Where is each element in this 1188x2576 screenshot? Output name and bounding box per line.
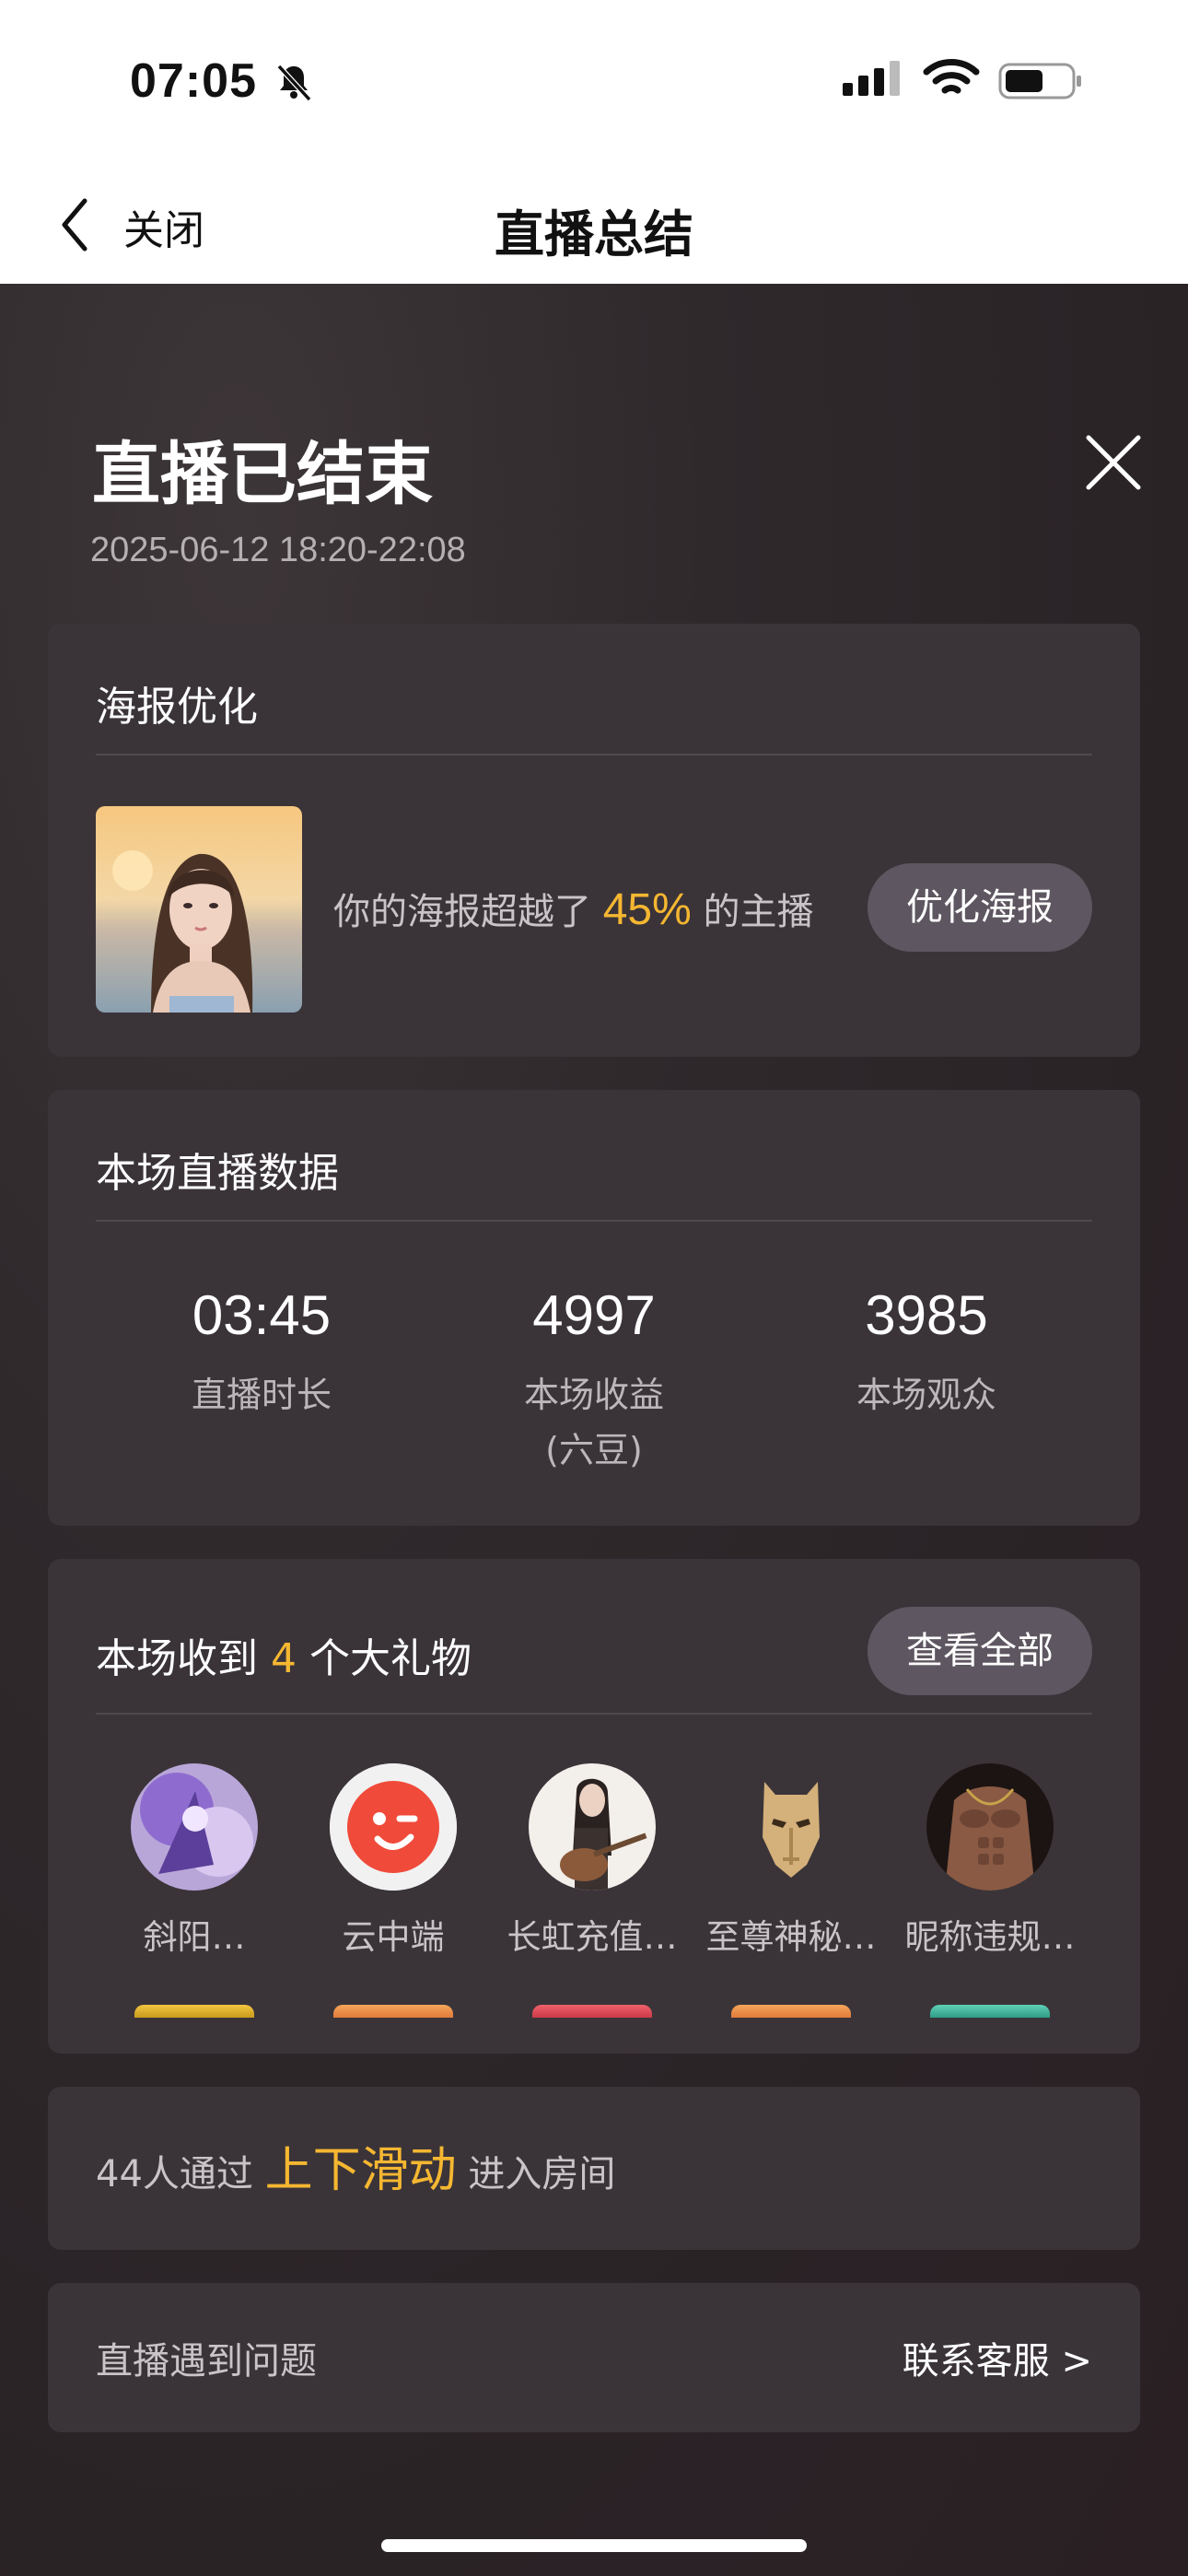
contact-support-link[interactable]: 联系客服 > xyxy=(903,2331,1092,2384)
live-date-range: 2025-06-12 18:20-22:08 xyxy=(90,531,466,569)
gift-sender-name: 斜阳… xyxy=(143,1917,246,1957)
gift-sender-item[interactable]: 斜阳… xyxy=(102,1763,286,2031)
guitar-girl-avatar xyxy=(529,1763,656,1891)
gift-badge xyxy=(134,2005,254,2018)
gift-badge xyxy=(532,2005,652,2018)
live-stats-card: 本场直播数据 03:45 直播时长 4997 本场收益 (六豆) 3985 本场… xyxy=(48,1090,1140,1526)
bell-muted-icon xyxy=(276,64,312,102)
gift-sender-name: 长虹充值… xyxy=(507,1917,678,1957)
stat-label: 本场收益 (六豆) xyxy=(523,1375,664,1470)
stat-viewers: 3985 本场观众 xyxy=(788,1283,1065,1423)
gift-sender-item[interactable]: 云中端 xyxy=(301,1763,485,2031)
page-title: 直播总结 xyxy=(495,205,693,263)
gift-sender-item[interactable]: 长虹充值… xyxy=(500,1763,684,2031)
view-all-button[interactable]: 查看全部 xyxy=(868,1607,1092,1695)
swipe-entry-text: 44人通过 上下滑动 进入房间 xyxy=(96,2143,616,2198)
help-label: 直播遇到问题 xyxy=(96,2340,317,2383)
stat-value: 3985 xyxy=(865,1284,988,1346)
gift-badge xyxy=(731,2005,851,2018)
swipe-highlight: 上下滑动 xyxy=(264,2143,457,2198)
live-ended-title: 直播已结束 xyxy=(92,435,433,514)
gift-sender-item[interactable]: 至尊神秘… xyxy=(699,1763,883,2031)
wifi-icon xyxy=(923,59,980,94)
stat-revenue: 4997 本场收益 (六豆) xyxy=(456,1283,732,1478)
gift-sender-name: 昵称违规… xyxy=(904,1917,1076,1957)
gift-sender-item[interactable]: 昵称违规… xyxy=(898,1763,1082,2031)
poster-card-title: 海报优化 xyxy=(96,684,258,731)
golden-mask-avatar xyxy=(728,1763,855,1891)
muscle-avatar xyxy=(926,1763,1054,1891)
optimize-poster-button[interactable]: 优化海报 xyxy=(868,863,1092,952)
stat-duration: 03:45 直播时长 xyxy=(123,1283,400,1423)
gift-sender-name: 至尊神秘… xyxy=(705,1917,877,1957)
gift-badge xyxy=(930,2005,1050,2018)
divider xyxy=(96,754,1092,755)
stat-label: 直播时长 xyxy=(191,1375,332,1415)
gift-badge xyxy=(333,2005,453,2018)
gift-count: 4 xyxy=(271,1635,297,1682)
status-time: 07:05 xyxy=(130,54,257,108)
status-and-nav-bar: 07:05 关闭 直播总结 xyxy=(0,0,1188,284)
poster-percent: 45% xyxy=(602,885,692,934)
poster-rank-text: 你的海报超越了 45% 的主播 xyxy=(333,885,814,934)
stat-label: 本场观众 xyxy=(856,1375,996,1415)
divider xyxy=(96,1713,1092,1715)
divider xyxy=(96,1220,1092,1222)
battery-icon xyxy=(998,63,1081,100)
poster-thumbnail xyxy=(96,806,302,1013)
wink-avatar xyxy=(330,1763,457,1891)
close-icon[interactable] xyxy=(1083,432,1144,493)
home-indicator[interactable] xyxy=(381,2539,807,2552)
swipe-entry-card: 44人通过 上下滑动 进入房间 xyxy=(48,2087,1140,2250)
poster-optimize-card: 海报优化 你的海报超越了 45% 的主播 优化海报 xyxy=(48,624,1140,1057)
cellular-signal-icon xyxy=(843,61,900,96)
gift-sender-name: 云中端 xyxy=(342,1917,445,1957)
fantasy-avatar xyxy=(131,1763,258,1891)
gifts-card-title: 本场收到 4 个大礼物 xyxy=(96,1635,472,1682)
stats-card-title: 本场直播数据 xyxy=(96,1150,339,1197)
stat-value: 4997 xyxy=(532,1284,656,1346)
big-gifts-card: 本场收到 4 个大礼物 查看全部 斜阳… 云中端 长虹充值… 至尊神秘… 昵称违… xyxy=(48,1559,1140,2054)
stat-value: 03:45 xyxy=(192,1284,332,1346)
help-card[interactable]: 直播遇到问题 联系客服 > xyxy=(48,2283,1140,2432)
